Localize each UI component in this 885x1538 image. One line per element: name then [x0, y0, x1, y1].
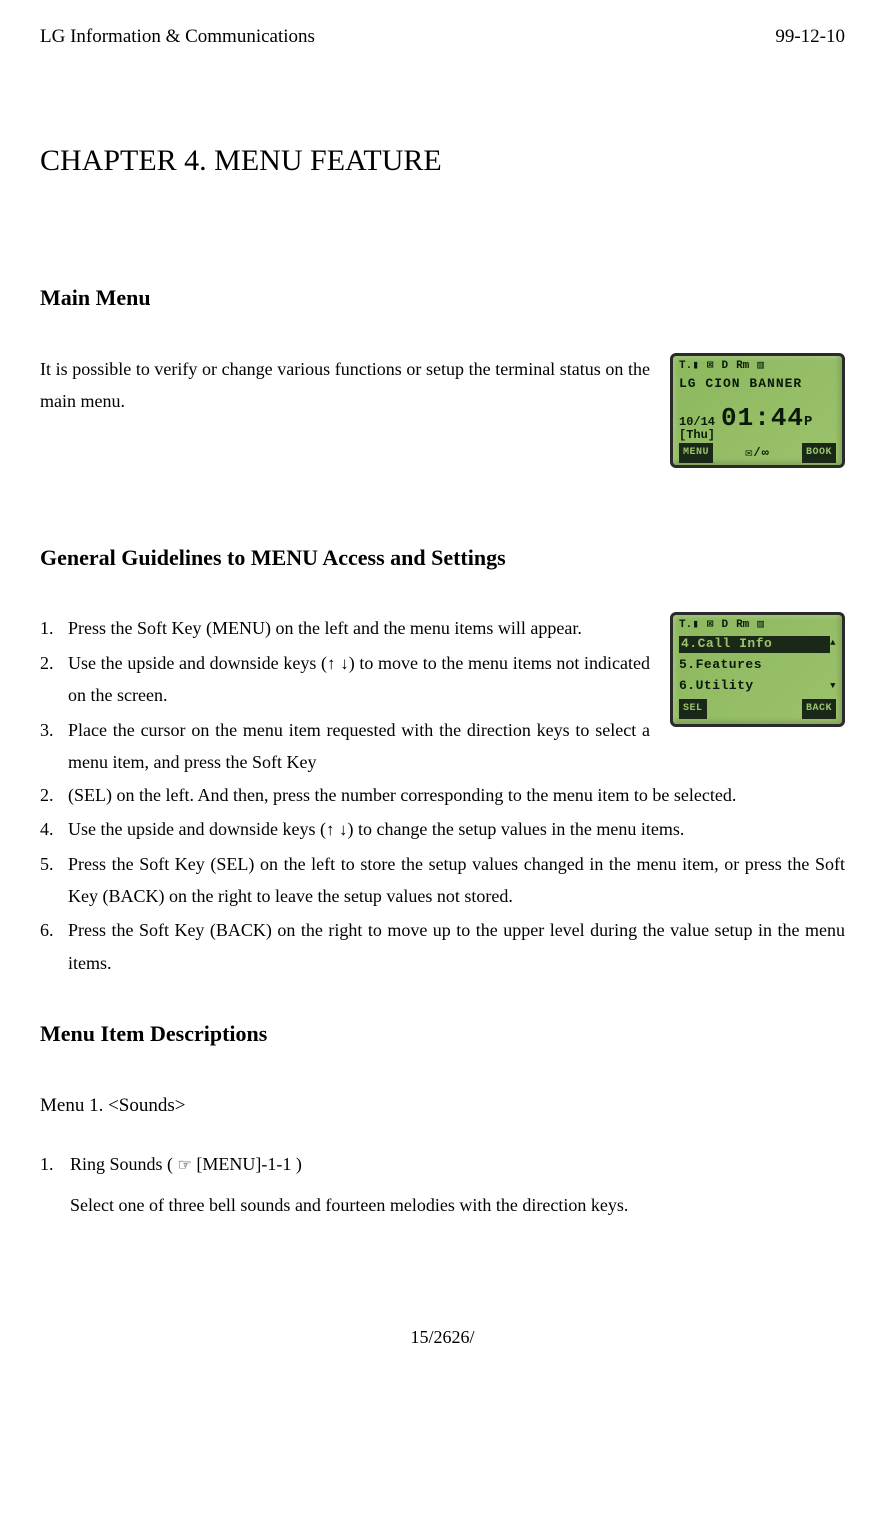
header-right: 99-12-10 — [775, 20, 845, 54]
pointing-hand-icon: ☞ — [178, 1157, 192, 1174]
up-arrow-icon: ↑ — [326, 820, 335, 839]
lcd-time-row: 10/14 [Thu] 01:44P — [679, 395, 836, 442]
menu-1-label: Menu 1. <Sounds> — [40, 1089, 845, 1123]
guidelines-list-narrow: Press the Soft Key (MENU) on the left an… — [40, 612, 650, 778]
item-number: 1. — [40, 1154, 54, 1174]
lcd-home-screen: T.▮ ⊠ D Rm ▥ LG CION BANNER 10/14 [Thu] … — [670, 353, 845, 468]
mail-icon: ⊠ — [707, 361, 714, 372]
signal-icon: T.▮ — [679, 620, 699, 631]
guideline-3: Place the cursor on the menu item reques… — [40, 714, 650, 779]
lcd-ampm: P — [804, 410, 812, 435]
softkey-back: BACK — [802, 699, 836, 719]
chapter-title: CHAPTER 4. MENU FEATURE — [40, 134, 845, 188]
up-arrow-icon: ↑ — [327, 654, 336, 673]
lcd-menu-item-6: 6.Utility ▼ — [679, 678, 836, 695]
guidelines-list-rest: Use the upside and downside keys (↑ ↓) t… — [40, 813, 845, 979]
softkey-mid-icon: ✉/∞ — [745, 443, 770, 465]
d-icon: D — [721, 361, 728, 372]
guidelines-heading: General Guidelines to MENU Access and Se… — [40, 538, 845, 578]
up-scroll-icon: ▲ — [830, 638, 836, 650]
lcd-menu-item-5: 5.Features — [679, 657, 836, 674]
mail-icon: ⊠ — [707, 620, 714, 631]
page-footer: 15/2626/ — [40, 1321, 845, 1353]
lcd-softkeys: MENU ✉/∞ BOOK — [679, 443, 836, 465]
d-icon: D — [721, 620, 728, 631]
guideline-6: Press the Soft Key (BACK) on the right t… — [40, 914, 845, 979]
guideline-2: Use the upside and downside keys (↑ ↓) t… — [40, 647, 650, 712]
lcd-menu-item-4: 4.Call Info ▲ — [679, 636, 836, 653]
main-menu-intro-block: It is possible to verify or change vario… — [40, 353, 845, 468]
page-header: LG Information & Communications 99-12-10 — [40, 20, 845, 54]
guideline-3-cont: (SEL) on the left. And then, press the n… — [40, 779, 845, 811]
ring-sounds-item: 1. Ring Sounds ( ☞ [MENU]-1-1 ) — [40, 1148, 845, 1181]
signal-icon: T.▮ — [679, 361, 699, 372]
guideline-1: Press the Soft Key (MENU) on the left an… — [40, 612, 650, 644]
main-menu-intro-text: It is possible to verify or change vario… — [40, 353, 650, 418]
guideline-5: Press the Soft Key (SEL) on the left to … — [40, 848, 845, 913]
guidelines-list-full: (SEL) on the left. And then, press the n… — [40, 779, 845, 811]
down-arrow-icon: ↓ — [340, 654, 349, 673]
ring-sounds-desc: Select one of three bell sounds and four… — [40, 1189, 845, 1221]
lcd-menu-screen: T.▮ ⊠ D Rm ▥ 4.Call Info ▲ 5.Features 6.… — [670, 612, 845, 727]
battery-icon: ▥ — [757, 620, 764, 631]
lcd-day: [Thu] — [679, 429, 715, 442]
softkey-menu: MENU — [679, 443, 713, 463]
guidelines-block: Press the Soft Key (MENU) on the left an… — [40, 612, 845, 780]
guideline-4: Use the upside and downside keys (↑ ↓) t… — [40, 813, 845, 846]
lcd-banner: LG CION BANNER — [679, 372, 836, 395]
main-menu-heading: Main Menu — [40, 278, 845, 318]
down-scroll-icon: ▼ — [830, 681, 836, 693]
softkey-sel: SEL — [679, 699, 707, 719]
menu-desc-heading: Menu Item Descriptions — [40, 1014, 845, 1054]
rm-icon: Rm — [736, 361, 749, 372]
lcd-status-bar: T.▮ ⊠ D Rm ▥ — [679, 361, 836, 372]
ring-sounds-title: Ring Sounds ( ☞ [MENU]-1-1 ) — [70, 1154, 302, 1174]
lcd2-softkeys: SEL BACK — [679, 699, 836, 719]
lcd2-status-bar: T.▮ ⊠ D Rm ▥ — [679, 620, 836, 631]
lcd-time: 01:44 — [721, 395, 804, 442]
down-arrow-icon: ↓ — [339, 820, 348, 839]
rm-icon: Rm — [736, 620, 749, 631]
softkey-book: BOOK — [802, 443, 836, 463]
header-left: LG Information & Communications — [40, 20, 315, 54]
battery-icon: ▥ — [757, 361, 764, 372]
